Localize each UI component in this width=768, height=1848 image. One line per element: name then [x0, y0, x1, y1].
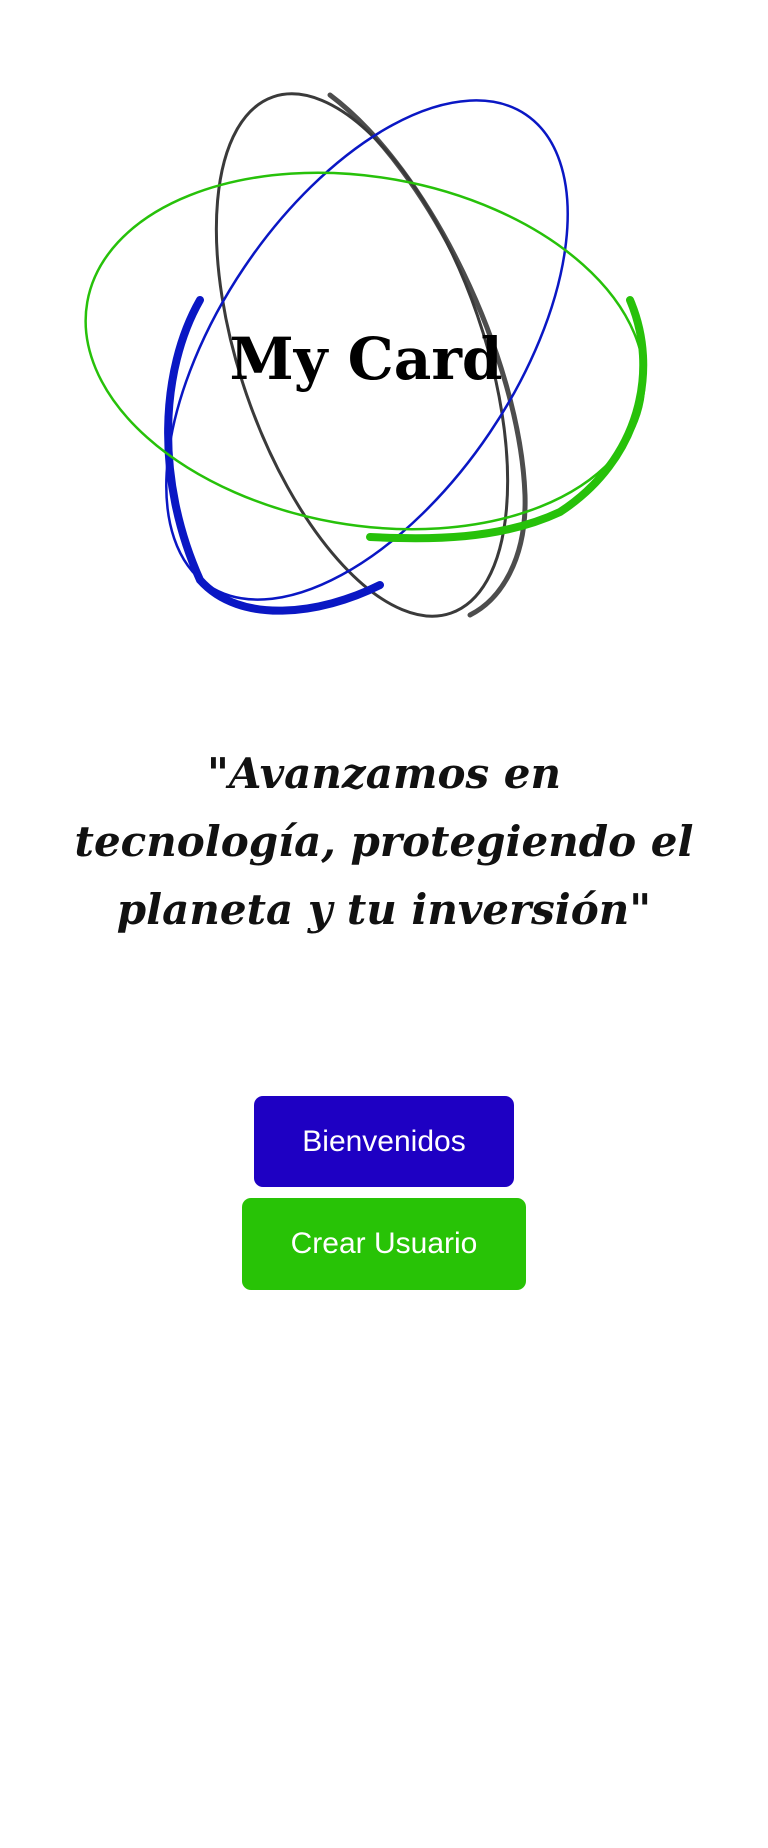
landing-page: My Card "Avanzamos en tecnología, proteg… — [0, 0, 768, 1848]
create-user-button[interactable]: Crear Usuario — [242, 1198, 526, 1290]
welcome-button[interactable]: Bienvenidos — [254, 1096, 514, 1187]
slogan-text: "Avanzamos en tecnología, protegiendo el… — [74, 749, 694, 934]
logo-title: My Card — [229, 325, 503, 393]
logo: My Card — [0, 0, 768, 660]
